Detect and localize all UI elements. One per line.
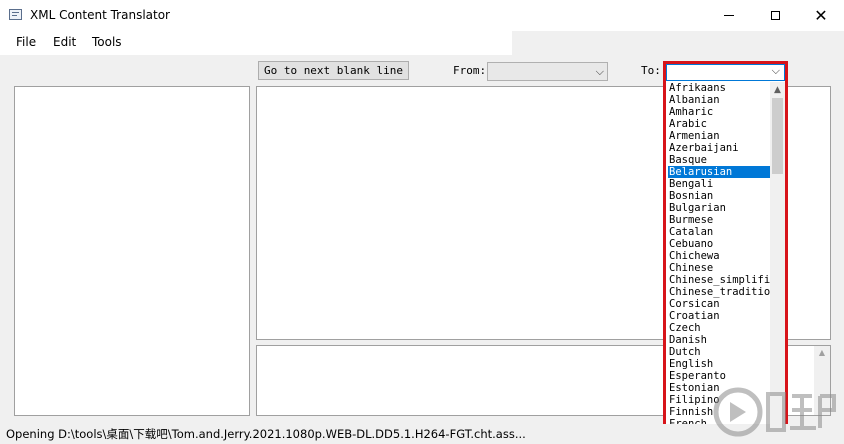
language-option[interactable]: Bosnian bbox=[668, 190, 770, 202]
maximize-button[interactable] bbox=[752, 0, 798, 31]
from-label: From: bbox=[453, 64, 487, 77]
language-option[interactable]: Chinese bbox=[668, 262, 770, 274]
menu-tools[interactable]: Tools bbox=[92, 35, 122, 49]
language-option[interactable]: Arabic bbox=[668, 118, 770, 130]
to-label: To: bbox=[641, 64, 661, 77]
language-option[interactable]: Azerbaijani bbox=[668, 142, 770, 154]
language-option[interactable]: Afrikaans bbox=[668, 82, 770, 94]
language-option[interactable]: Bulgarian bbox=[668, 202, 770, 214]
language-option[interactable]: Bengali bbox=[668, 178, 770, 190]
language-option[interactable]: Catalan bbox=[668, 226, 770, 238]
scroll-up-arrow-icon: ▲ bbox=[818, 348, 826, 357]
language-option[interactable]: Croatian bbox=[668, 310, 770, 322]
language-option[interactable]: Czech bbox=[668, 322, 770, 334]
chevron-down-icon: ⌵ bbox=[771, 64, 780, 77]
chevron-down-icon: ⌵ bbox=[595, 65, 604, 78]
menu-file[interactable]: File bbox=[16, 35, 36, 49]
xml-tree-pane[interactable] bbox=[14, 86, 250, 416]
status-text: Opening D:\tools\桌面\下载吧\Tom.and.Jerry.20… bbox=[6, 427, 526, 441]
app-window: { "window": { "title": "XML Content Tran… bbox=[0, 0, 844, 444]
close-button[interactable]: ✕ bbox=[798, 0, 844, 31]
minimize-icon bbox=[724, 15, 734, 16]
scroll-thumb[interactable] bbox=[772, 98, 783, 174]
to-language-select[interactable]: ⌵ bbox=[666, 64, 785, 81]
language-option[interactable]: Albanian bbox=[668, 94, 770, 106]
language-option[interactable]: Corsican bbox=[668, 298, 770, 310]
menu-edit[interactable]: Edit bbox=[53, 35, 76, 49]
language-option[interactable]: Basque bbox=[668, 154, 770, 166]
language-option[interactable]: Armenian bbox=[668, 130, 770, 142]
window-title: XML Content Translator bbox=[30, 8, 170, 22]
scroll-up-arrow-icon[interactable]: ▲ bbox=[770, 83, 785, 97]
language-option[interactable]: Chinese_traditional bbox=[668, 286, 770, 298]
minimize-button[interactable] bbox=[706, 0, 752, 31]
language-option[interactable]: Chinese_simplified bbox=[668, 274, 770, 286]
language-option[interactable]: Belarusian bbox=[668, 166, 770, 178]
language-option[interactable]: Esperanto bbox=[668, 370, 770, 382]
close-icon: ✕ bbox=[814, 5, 828, 25]
menu-bar bbox=[0, 31, 512, 55]
language-option[interactable]: Burmese bbox=[668, 214, 770, 226]
app-window-icon bbox=[9, 9, 22, 20]
language-option[interactable]: Amharic bbox=[668, 106, 770, 118]
from-language-select[interactable]: ⌵ bbox=[487, 62, 608, 81]
language-option[interactable]: Chichewa bbox=[668, 250, 770, 262]
language-option[interactable]: Danish bbox=[668, 334, 770, 346]
watermark-logo bbox=[713, 387, 836, 437]
language-option[interactable]: Cebuano bbox=[668, 238, 770, 250]
language-option[interactable]: English bbox=[668, 358, 770, 370]
maximize-icon bbox=[770, 11, 780, 20]
language-option[interactable]: Dutch bbox=[668, 346, 770, 358]
next-blank-line-button[interactable]: Go to next blank line bbox=[258, 61, 409, 80]
